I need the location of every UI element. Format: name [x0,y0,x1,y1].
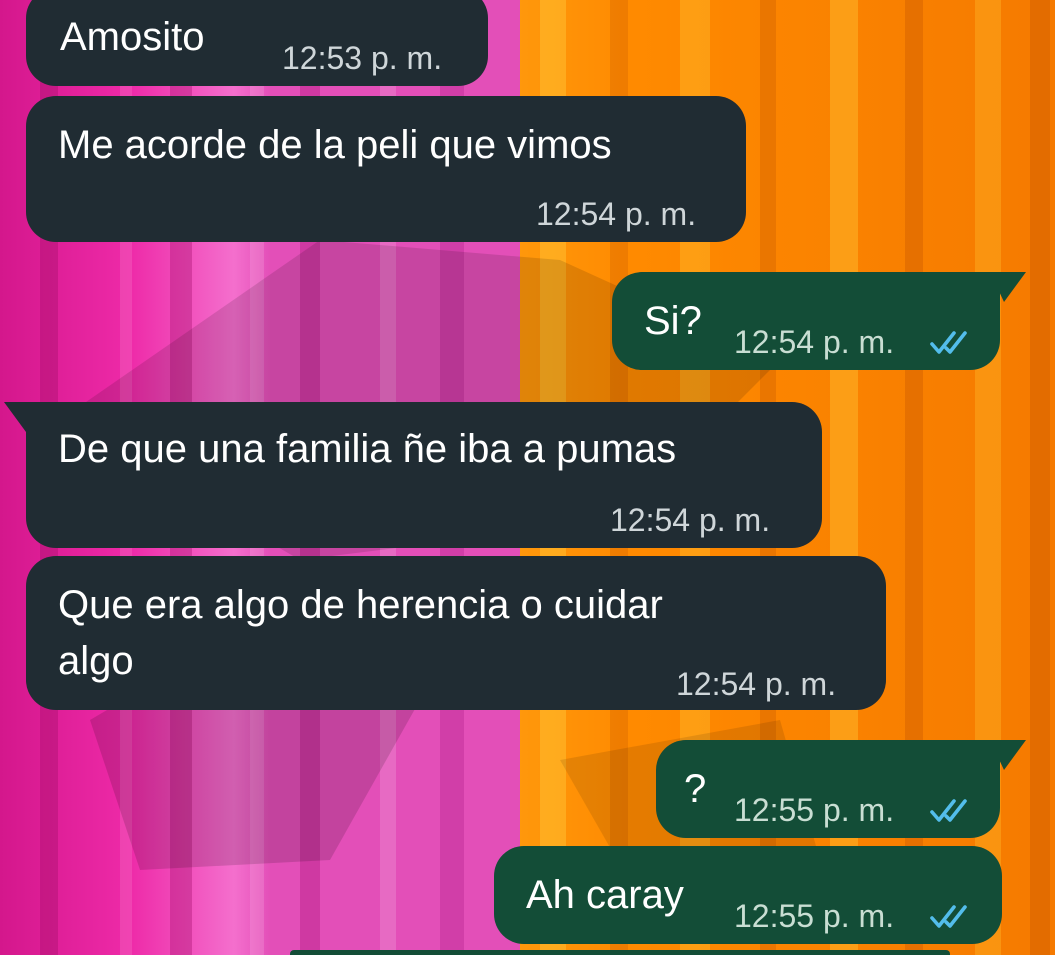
message-timestamp: 12:54 p. m. [676,666,837,702]
message-timestamp: 12:54 p. m. [536,196,697,232]
message-bubble-incoming[interactable]: Amosito 12:53 p. m. [26,0,488,86]
message-text-line-2: algo [58,639,134,683]
message-text: Si? [644,299,702,343]
message-timestamp: 12:55 p. m. [734,792,895,828]
double-check-read-icon [930,905,967,928]
message-timestamp: 12:55 p. m. [734,898,895,934]
message-bubble-incoming[interactable]: Me acorde de la peli que vimos 12:54 p. … [26,96,746,242]
message-bubble-incoming[interactable]: De que una familia ñe iba a pumas 12:54 … [26,402,822,548]
message-bubble-outgoing[interactable]: Ah caray 12:55 p. m. [494,846,1002,944]
message-timestamp: 12:53 p. m. [282,40,443,76]
message-text: Ah caray [526,873,684,917]
message-text: ? [684,767,707,811]
double-check-read-icon [930,331,967,354]
next-message-bubble-partial [290,950,950,955]
message-bubble-outgoing[interactable]: ? 12:55 p. m. [656,740,1000,838]
message-timestamp: 12:54 p. m. [610,502,771,538]
message-bubble-outgoing[interactable]: Si? 12:54 p. m. [612,272,1000,370]
message-text: De que una familia ñe iba a pumas [58,427,677,471]
message-text: Me acorde de la peli que vimos [58,123,612,167]
message-text: Amosito [60,15,205,59]
message-text-line-1: Que era algo de herencia o cuidar [58,583,663,627]
message-bubble-incoming[interactable]: Que era algo de herencia o cuidar algo 1… [26,556,886,710]
double-check-read-icon [930,799,967,822]
message-timestamp: 12:54 p. m. [734,324,895,360]
